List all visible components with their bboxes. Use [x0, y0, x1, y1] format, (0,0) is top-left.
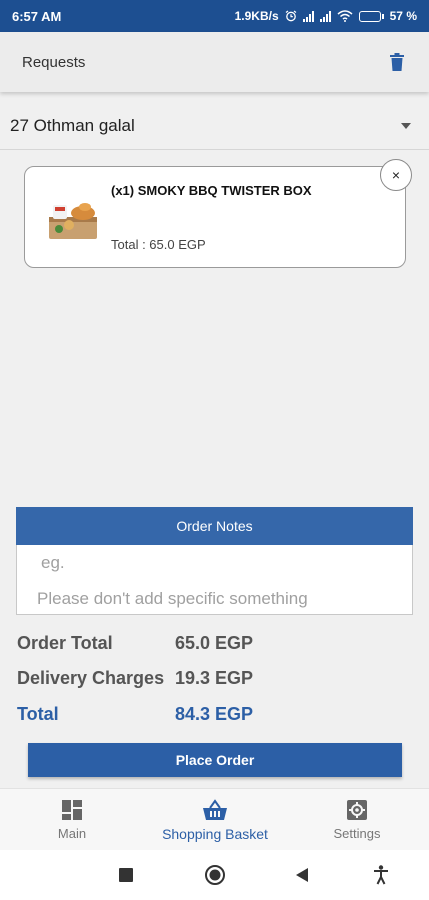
nav-label-settings: Settings — [333, 826, 381, 841]
food-thumbnail — [49, 203, 97, 239]
remove-item-button[interactable]: × — [380, 159, 412, 191]
item-name: (x1) SMOKY BBQ TWISTER BOX — [111, 183, 312, 198]
bottom-nav: Main Shopping Basket Settings — [0, 788, 429, 850]
wifi-icon — [337, 10, 353, 22]
alarm-icon — [285, 10, 296, 22]
home-button[interactable] — [204, 864, 226, 891]
back-button[interactable] — [296, 868, 308, 887]
page-title: Requests — [22, 53, 86, 71]
nav-item-main[interactable]: Main — [42, 789, 102, 851]
signal-icon — [302, 10, 314, 22]
network-speed: 1.9KB/s — [234, 9, 279, 23]
battery-level: 57 % — [389, 9, 417, 23]
address-value: 27 Othman galal — [10, 115, 135, 135]
order-notes-header: Order Notes — [16, 507, 413, 545]
status-time: 6:57 AM — [12, 8, 62, 24]
status-bar: 6:57 AM 1.9KB/s 57 % — [0, 0, 429, 32]
nav-item-settings[interactable]: Settings — [327, 789, 387, 851]
gear-icon — [347, 800, 367, 820]
order-total-row: Order Total 65.0 EGP — [17, 633, 417, 661]
recents-button[interactable] — [119, 868, 133, 887]
app-header: Requests — [0, 32, 429, 92]
delivery-charges-label: Delivery Charges — [17, 668, 165, 688]
delete-button[interactable] — [387, 50, 407, 74]
home-circle-icon — [205, 865, 225, 885]
nav-label-shopping-basket: Shopping Basket — [162, 826, 268, 842]
status-indicators: 1.9KB/s 57 % — [235, 9, 417, 23]
place-order-button[interactable]: Place Order — [28, 743, 402, 777]
cart-item-card: (x1) SMOKY BBQ TWISTER BOX Total : 65.0 … — [24, 166, 406, 268]
item-total: Total : 65.0 EGP — [111, 237, 206, 252]
grand-total-label: Total — [17, 704, 59, 724]
order-notes-input[interactable]: eg. Please don't add specific something — [16, 545, 413, 615]
system-nav-bar — [0, 850, 429, 900]
square-icon — [119, 868, 133, 882]
address-dropdown[interactable]: 27 Othman galal — [0, 102, 429, 150]
dashboard-icon — [62, 800, 82, 820]
accessibility-icon — [374, 865, 388, 885]
back-triangle-icon — [296, 868, 308, 882]
order-total-value: 65.0 EGP — [175, 633, 254, 653]
notes-placeholder-line2: Please don't add specific something — [37, 589, 308, 608]
order-total-label: Order Total — [17, 633, 113, 653]
battery-icon — [358, 10, 384, 22]
close-icon: × — [391, 167, 401, 183]
grand-total-value: 84.3 EGP — [175, 704, 254, 724]
basket-icon — [203, 799, 227, 820]
nav-label-main: Main — [57, 826, 87, 841]
trash-icon — [390, 53, 404, 71]
nav-item-shopping-basket[interactable]: Shopping Basket — [150, 789, 280, 851]
chevron-down-icon — [401, 122, 411, 129]
grand-total-row: Total 84.3 EGP — [17, 704, 417, 732]
accessibility-button[interactable] — [373, 865, 389, 890]
signal-icon-2 — [319, 10, 331, 22]
notes-placeholder-line1: eg. — [41, 553, 65, 572]
delivery-charges-value: 19.3 EGP — [175, 668, 254, 688]
delivery-charges-row: Delivery Charges 19.3 EGP — [17, 668, 417, 696]
